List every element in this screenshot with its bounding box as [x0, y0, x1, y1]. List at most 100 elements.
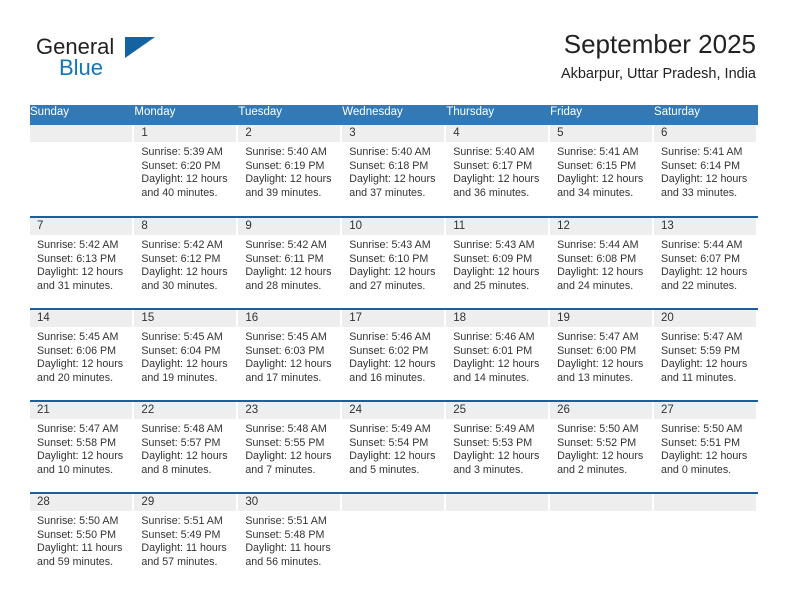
day-number — [446, 494, 550, 511]
day-detail-line-4: and 37 minutes. — [349, 186, 426, 199]
calendar-day-cell[interactable]: 27 Sunrise: 5:50 AM Sunset: 5:51 PM Dayligh… — [653, 400, 758, 493]
calendar-day-cell[interactable]: 25 Sunrise: 5:49 AM Sunset: 5:53 PM Dayligh… — [445, 400, 551, 493]
day-number: 6 — [654, 125, 757, 142]
page-subtitle: Akbarpur, Uttar Pradesh, India — [560, 65, 756, 82]
day-detail-line-1: Sunrise: 5:39 AM — [141, 146, 223, 158]
calendar-day-cell[interactable]: 26 Sunrise: 5:50 AM Sunset: 5:52 PM Dayligh… — [549, 400, 655, 493]
calendar-week-row: 14 Sunrise: 5:45 AM Sunset: 6:06 PM Dayligh… — [30, 308, 758, 401]
day-detail-line-3: Daylight: 12 hours — [37, 358, 124, 371]
day-detail-line-3: Daylight: 12 hours — [141, 173, 228, 186]
calendar-week-row: 28 Sunrise: 5:50 AM Sunset: 5:50 PM Dayligh… — [30, 492, 758, 585]
day-detail-line-2: Sunset: 6:06 PM — [37, 344, 117, 357]
day-detail-line-4: and 5 minutes. — [349, 463, 420, 476]
day-detail-line-4: and 56 minutes. — [245, 555, 322, 568]
day-detail-line-4: and 0 minutes. — [661, 463, 732, 476]
day-details: Sunrise: 5:42 AM Sunset: 6:12 PM Daylight:… — [134, 235, 237, 293]
calendar-day-cell[interactable]: 12 Sunrise: 5:44 AM Sunset: 6:08 PM Dayligh… — [549, 216, 655, 309]
day-detail-line-3: Daylight: 11 hours — [141, 542, 227, 555]
triangle-logo-icon — [125, 37, 155, 58]
day-detail-line-1: Sunrise: 5:45 AM — [245, 331, 327, 343]
day-number: 10 — [342, 218, 446, 235]
day-number: 26 — [550, 402, 654, 419]
day-detail-line-4: and 25 minutes. — [453, 279, 530, 292]
day-detail-line-4: and 59 minutes. — [37, 555, 114, 568]
day-detail-line-1: Sunrise: 5:45 AM — [37, 331, 119, 343]
calendar-day-cell[interactable]: 22 Sunrise: 5:48 AM Sunset: 5:57 PM Dayligh… — [133, 400, 239, 493]
calendar-day-cell[interactable]: 2 Sunrise: 5:40 AM Sunset: 6:19 PM Daylight… — [237, 125, 343, 217]
calendar-day-cell[interactable]: 4 Sunrise: 5:40 AM Sunset: 6:17 PM Daylight… — [445, 125, 551, 217]
day-detail-line-4: and 36 minutes. — [453, 186, 530, 199]
day-detail-line-3: Daylight: 12 hours — [557, 173, 644, 186]
calendar-day-cell[interactable]: 28 Sunrise: 5:50 AM Sunset: 5:50 PM Dayligh… — [30, 492, 135, 585]
day-number: 5 — [550, 125, 654, 142]
day-details: Sunrise: 5:47 AM Sunset: 6:00 PM Daylight:… — [550, 327, 653, 385]
day-number — [30, 125, 134, 142]
day-details: Sunrise: 5:47 AM Sunset: 5:58 PM Daylight:… — [30, 419, 133, 477]
day-detail-line-1: Sunrise: 5:46 AM — [453, 331, 535, 343]
day-detail-line-1: Sunrise: 5:50 AM — [661, 423, 743, 435]
day-detail-line-3: Daylight: 12 hours — [245, 358, 332, 371]
calendar-day-cell[interactable]: 16 Sunrise: 5:45 AM Sunset: 6:03 PM Dayligh… — [237, 308, 343, 401]
day-number: 11 — [446, 218, 550, 235]
day-detail-line-1: Sunrise: 5:42 AM — [245, 239, 327, 251]
day-details: Sunrise: 5:48 AM Sunset: 5:57 PM Daylight:… — [134, 419, 237, 477]
day-number: 27 — [654, 402, 757, 419]
day-detail-line-2: Sunset: 5:48 PM — [245, 528, 325, 541]
day-detail-line-2: Sunset: 6:08 PM — [557, 252, 637, 265]
calendar-day-cell[interactable]: 20 Sunrise: 5:47 AM Sunset: 5:59 PM Dayligh… — [653, 308, 758, 401]
calendar-day-cell[interactable]: 21 Sunrise: 5:47 AM Sunset: 5:58 PM Dayligh… — [30, 400, 135, 493]
calendar-day-cell[interactable]: 10 Sunrise: 5:43 AM Sunset: 6:10 PM Dayligh… — [341, 216, 447, 309]
day-header-monday: Monday — [133, 105, 239, 125]
calendar-day-cell-empty — [30, 125, 135, 217]
day-number: 21 — [30, 402, 134, 419]
calendar-day-cell[interactable]: 14 Sunrise: 5:45 AM Sunset: 6:06 PM Dayligh… — [30, 308, 135, 401]
calendar-day-cell[interactable]: 15 Sunrise: 5:45 AM Sunset: 6:04 PM Dayligh… — [133, 308, 239, 401]
day-detail-line-1: Sunrise: 5:41 AM — [661, 146, 743, 158]
day-details: Sunrise: 5:51 AM Sunset: 5:48 PM Daylight:… — [238, 511, 341, 569]
page-title: September 2025 — [563, 29, 756, 59]
calendar-day-cell[interactable]: 30 Sunrise: 5:51 AM Sunset: 5:48 PM Dayligh… — [237, 492, 343, 585]
day-detail-line-1: Sunrise: 5:51 AM — [245, 515, 327, 527]
calendar-day-cell[interactable]: 6 Sunrise: 5:41 AM Sunset: 6:14 PM Daylight… — [653, 125, 758, 217]
calendar-day-cell[interactable]: 11 Sunrise: 5:43 AM Sunset: 6:09 PM Dayligh… — [445, 216, 551, 309]
day-details: Sunrise: 5:51 AM Sunset: 5:49 PM Daylight:… — [134, 511, 237, 569]
day-detail-line-4: and 22 minutes. — [661, 279, 738, 292]
brand-logo[interactable]: General Blue — [36, 36, 236, 88]
day-detail-line-1: Sunrise: 5:51 AM — [141, 515, 223, 527]
day-detail-line-1: Sunrise: 5:46 AM — [349, 331, 431, 343]
calendar-day-cell[interactable]: 19 Sunrise: 5:47 AM Sunset: 6:00 PM Dayligh… — [549, 308, 655, 401]
day-detail-line-3: Daylight: 12 hours — [349, 358, 436, 371]
day-number: 20 — [654, 310, 757, 327]
day-number: 7 — [30, 218, 134, 235]
calendar-day-cell[interactable]: 5 Sunrise: 5:41 AM Sunset: 6:15 PM Daylight… — [549, 125, 655, 217]
day-detail-line-1: Sunrise: 5:49 AM — [453, 423, 535, 435]
calendar-day-cell[interactable]: 13 Sunrise: 5:44 AM Sunset: 6:07 PM Dayligh… — [653, 216, 758, 309]
day-details: Sunrise: 5:45 AM Sunset: 6:03 PM Daylight:… — [238, 327, 341, 385]
day-detail-line-4: and 30 minutes. — [141, 279, 218, 292]
calendar-day-cell[interactable]: 29 Sunrise: 5:51 AM Sunset: 5:49 PM Dayligh… — [133, 492, 239, 585]
calendar-day-cell-empty — [549, 492, 655, 585]
calendar-day-cell[interactable]: 9 Sunrise: 5:42 AM Sunset: 6:11 PM Daylight… — [237, 216, 343, 309]
calendar-day-cell[interactable]: 18 Sunrise: 5:46 AM Sunset: 6:01 PM Dayligh… — [445, 308, 551, 401]
day-detail-line-4: and 19 minutes. — [141, 371, 218, 384]
calendar-day-cell[interactable]: 3 Sunrise: 5:40 AM Sunset: 6:18 PM Daylight… — [341, 125, 447, 217]
day-details: Sunrise: 5:40 AM Sunset: 6:19 PM Daylight:… — [238, 142, 341, 200]
day-details: Sunrise: 5:40 AM Sunset: 6:18 PM Daylight:… — [342, 142, 445, 200]
calendar-day-cell[interactable]: 24 Sunrise: 5:49 AM Sunset: 5:54 PM Dayligh… — [341, 400, 447, 493]
day-detail-line-4: and 31 minutes. — [37, 279, 114, 292]
calendar-body: 1 Sunrise: 5:39 AM Sunset: 6:20 PM Daylight… — [30, 125, 758, 585]
day-detail-line-2: Sunset: 6:09 PM — [453, 252, 533, 265]
day-number: 12 — [550, 218, 654, 235]
day-details: Sunrise: 5:42 AM Sunset: 6:11 PM Daylight:… — [238, 235, 341, 293]
day-details: Sunrise: 5:43 AM Sunset: 6:09 PM Daylight:… — [446, 235, 549, 293]
calendar-day-cell[interactable]: 1 Sunrise: 5:39 AM Sunset: 6:20 PM Daylight… — [133, 125, 239, 217]
day-detail-line-3: Daylight: 12 hours — [37, 450, 124, 463]
calendar-week-row: 1 Sunrise: 5:39 AM Sunset: 6:20 PM Daylight… — [30, 125, 758, 217]
calendar-day-cell[interactable]: 7 Sunrise: 5:42 AM Sunset: 6:13 PM Daylight… — [30, 216, 135, 309]
calendar-day-cell[interactable]: 17 Sunrise: 5:46 AM Sunset: 6:02 PM Dayligh… — [341, 308, 447, 401]
day-number: 16 — [238, 310, 342, 327]
calendar-day-cell[interactable]: 23 Sunrise: 5:48 AM Sunset: 5:55 PM Dayligh… — [237, 400, 343, 493]
day-detail-line-3: Daylight: 12 hours — [661, 266, 748, 279]
day-number — [550, 494, 654, 511]
calendar-day-cell[interactable]: 8 Sunrise: 5:42 AM Sunset: 6:12 PM Daylight… — [133, 216, 239, 309]
